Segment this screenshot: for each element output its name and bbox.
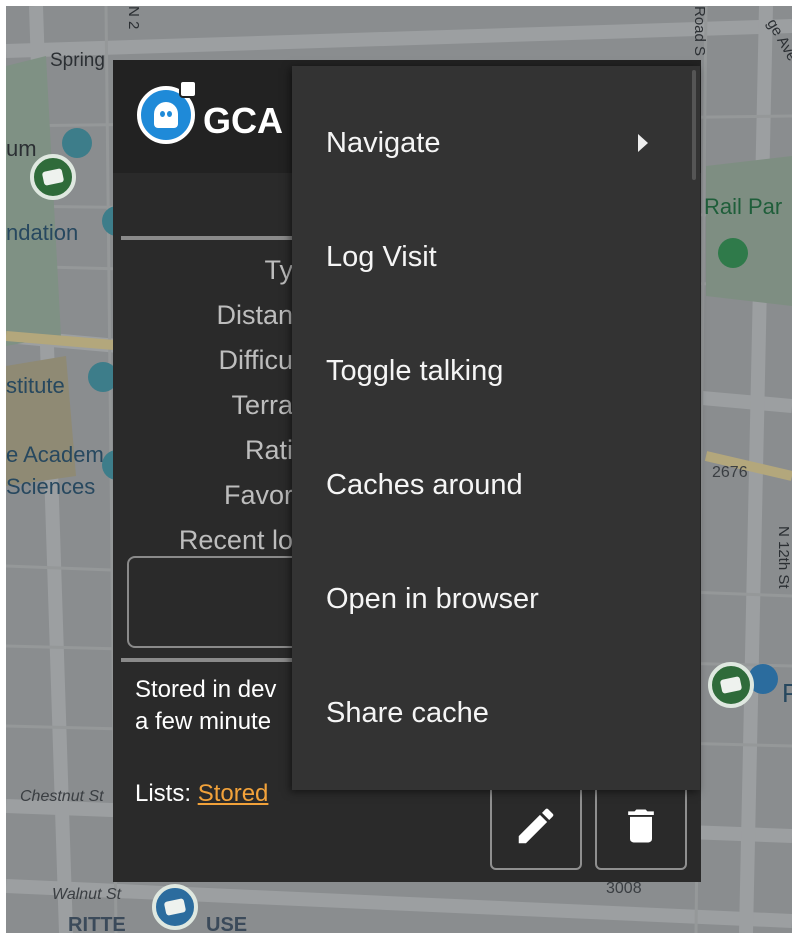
detail-label-difficulty: Difficu bbox=[218, 345, 293, 375]
cache-box-icon bbox=[163, 898, 187, 916]
detail-label-type: Ty bbox=[264, 255, 293, 285]
map-label-foundation: ndation bbox=[6, 220, 79, 245]
stored-status-line2: a few minute bbox=[135, 708, 272, 735]
menu-item-label: Caches around bbox=[326, 468, 523, 501]
map-label-um: um bbox=[6, 136, 37, 161]
delete-button[interactable] bbox=[595, 782, 687, 870]
edit-button[interactable] bbox=[490, 782, 582, 870]
menu-item-label: Toggle talking bbox=[326, 354, 504, 387]
menu-item-share-cache[interactable]: Share cache bbox=[292, 656, 700, 770]
cache-pin-icon[interactable] bbox=[708, 662, 754, 708]
pencil-icon bbox=[518, 808, 554, 844]
museum-poi-icon[interactable] bbox=[62, 128, 92, 158]
map-label-rail-park: Rail Par bbox=[704, 194, 783, 219]
street-label-road-s: Road S bbox=[691, 6, 708, 57]
map-label-sciences: Sciences bbox=[6, 474, 96, 499]
stored-divider bbox=[121, 658, 301, 662]
cache-code-title: GCA bbox=[203, 100, 283, 141]
detail-label-distance: Distan bbox=[216, 300, 293, 330]
stored-badge-icon bbox=[179, 80, 197, 98]
menu-item-label: Share cache bbox=[326, 696, 489, 729]
cache-box-icon bbox=[719, 676, 743, 694]
menu-item-open-in-browser[interactable]: Open in browser bbox=[292, 542, 700, 656]
cache-details: Ty Distan Difficu Terra Rati Favor Recen… bbox=[153, 248, 293, 563]
menu-item-label: Open in browser bbox=[326, 582, 539, 615]
menu-item-label: Log Visit bbox=[326, 240, 437, 273]
lists-row: Lists: Stored bbox=[135, 780, 268, 808]
lists-label: Lists: bbox=[135, 780, 198, 807]
detail-label-favorites: Favor bbox=[223, 480, 293, 510]
ghost-icon bbox=[154, 102, 178, 128]
detail-label-rating: Rati bbox=[244, 435, 293, 465]
route-label-3008: 3008 bbox=[606, 880, 642, 897]
street-label-chestnut: Chestnut St bbox=[20, 788, 104, 805]
menu-item-caches-around[interactable]: Caches around bbox=[292, 428, 700, 542]
street-label-walnut: Walnut St bbox=[52, 886, 122, 903]
stored-status: Stored in dev a few minute bbox=[135, 674, 295, 738]
cache-pin-icon[interactable] bbox=[152, 884, 198, 930]
street-label-n2: N 2 bbox=[125, 6, 142, 30]
map-label-institute: stitute bbox=[6, 373, 65, 398]
street-label-spring: Spring bbox=[50, 50, 105, 71]
submenu-arrow-icon bbox=[638, 134, 648, 152]
menu-item-label: Navigate bbox=[326, 126, 441, 159]
detail-label-terrain: Terra bbox=[231, 390, 293, 420]
street-label-n-12th: N 12th St bbox=[775, 526, 792, 589]
map-label-rittenhouse: RITTE bbox=[68, 914, 126, 933]
header-divider bbox=[121, 236, 301, 240]
map-label-rittenhouse-end: USE bbox=[206, 914, 248, 933]
map-label-academy: e Academ bbox=[6, 442, 104, 467]
menu-item-log-visit[interactable]: Log Visit bbox=[292, 200, 700, 314]
overflow-menu: Navigate Log Visit Toggle talking Caches… bbox=[292, 66, 700, 790]
park-tree-poi-icon[interactable] bbox=[718, 238, 748, 268]
trash-icon bbox=[628, 809, 654, 843]
lists-link-stored[interactable]: Stored bbox=[198, 780, 269, 807]
menu-item-navigate[interactable]: Navigate bbox=[292, 86, 700, 200]
menu-item-toggle-talking[interactable]: Toggle talking bbox=[292, 314, 700, 428]
stored-status-line1: Stored in dev bbox=[135, 676, 277, 703]
cache-box-icon bbox=[41, 168, 65, 186]
cache-type-logo bbox=[137, 80, 197, 144]
cache-pin-icon[interactable] bbox=[30, 154, 76, 200]
route-label-2676: 2676 bbox=[712, 464, 748, 481]
map-label-p: P bbox=[782, 678, 792, 708]
